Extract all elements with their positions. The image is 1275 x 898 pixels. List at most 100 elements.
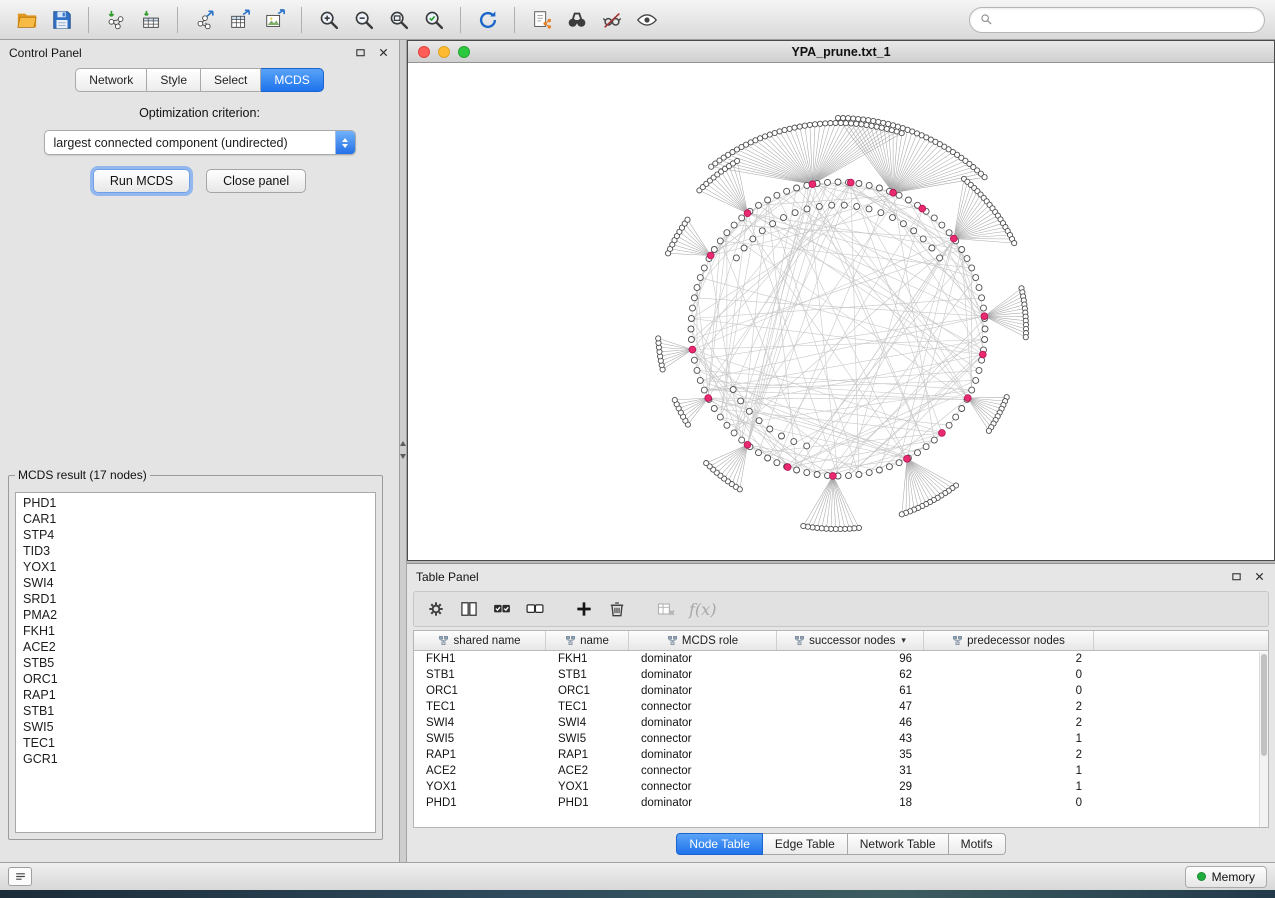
close-panel-button[interactable]: Close panel [206,169,306,193]
network-window: YPA_prune.txt_1 [407,40,1275,561]
table-cell: connector [629,781,777,793]
tab-mcds[interactable]: MCDS [261,68,323,92]
tab-motifs[interactable]: Motifs [949,833,1006,855]
column-header-successor-nodes[interactable]: successor nodes▾ [777,631,924,650]
table-cell: FKH1 [546,653,629,665]
toolbar-separator [460,7,461,33]
zoom-in-button[interactable] [312,5,345,35]
table-cell: 35 [777,749,924,761]
tab-select[interactable]: Select [201,68,261,92]
show-details-button[interactable] [630,5,663,35]
delete-columns-icon [607,599,627,619]
table-panel-close-button[interactable] [1252,570,1266,584]
table-options-button[interactable] [426,596,446,622]
optimization-criterion-select[interactable]: largest connected component (undirected) [44,130,356,155]
tab-edge-table[interactable]: Edge Table [763,833,848,855]
select-all-columns-button[interactable] [492,596,512,622]
run-mcds-button[interactable]: Run MCDS [93,169,190,193]
float-panel-button[interactable] [353,46,367,60]
hide-details-button[interactable] [595,5,628,35]
save-session-button[interactable] [45,5,78,35]
column-header-name[interactable]: name [546,631,629,650]
mcds-result-item[interactable]: TID3 [16,543,375,559]
table-cell: YOX1 [414,781,546,793]
table-cell: 18 [777,797,924,809]
mcds-result-item[interactable]: SWI4 [16,575,375,591]
mcds-result-item[interactable]: RAP1 [16,687,375,703]
table-row[interactable]: PHD1PHD1dominator180 [414,795,1268,811]
table-row[interactable]: ACE2ACE2connector311 [414,763,1268,779]
tab-network[interactable]: Network [75,68,147,92]
unselect-all-columns-icon [525,599,545,619]
log-console-button[interactable] [8,867,32,886]
column-header-shared-name[interactable]: shared name [414,631,546,650]
tab-style[interactable]: Style [147,68,201,92]
window-maximize-button[interactable] [458,46,470,58]
scrollbar-thumb[interactable] [1261,654,1267,756]
mcds-result-item[interactable]: PHD1 [16,495,375,511]
table-float-panel-button[interactable] [1229,570,1243,584]
unselect-all-columns-button[interactable] [525,596,545,622]
table-cell: 0 [924,669,1094,681]
import-table-button[interactable] [134,5,167,35]
open-session-button[interactable] [10,5,43,35]
network-canvas[interactable] [408,63,1274,560]
table-row[interactable]: FKH1FKH1dominator962 [414,651,1268,667]
memory-button[interactable]: Memory [1185,866,1267,888]
mcds-result-item[interactable]: FKH1 [16,623,375,639]
tab-network-table[interactable]: Network Table [848,833,949,855]
table-scrollbar[interactable] [1259,652,1268,827]
zoom-selected-button[interactable] [417,5,450,35]
show-columns-button[interactable] [459,596,479,622]
share-document-button[interactable] [525,5,558,35]
find-icon [566,9,588,31]
table-cell: 2 [924,749,1094,761]
mcds-result-item[interactable]: SRD1 [16,591,375,607]
window-minimize-button[interactable] [438,46,450,58]
mcds-result-item[interactable]: ACE2 [16,639,375,655]
column-header-MCDS-role[interactable]: MCDS role [629,631,777,650]
find-button[interactable] [560,5,593,35]
window-close-button[interactable] [418,46,430,58]
mcds-result-item[interactable]: YOX1 [16,559,375,575]
column-header-predecessor-nodes[interactable]: predecessor nodes [924,631,1094,650]
mcds-result-item[interactable]: STP4 [16,527,375,543]
export-image-button[interactable] [258,5,291,35]
table-row[interactable]: YOX1YOX1connector291 [414,779,1268,795]
delete-columns-button[interactable] [607,596,627,622]
mcds-result-item[interactable]: ORC1 [16,671,375,687]
toolbar-separator [301,7,302,33]
export-table-button[interactable] [223,5,256,35]
mcds-result-item[interactable]: CAR1 [16,511,375,527]
search-input[interactable] [999,13,1254,27]
control-panel-tabs: NetworkStyleSelectMCDS [0,68,399,92]
table-row[interactable]: SWI4SWI4dominator462 [414,715,1268,731]
select-all-columns-icon [492,599,512,619]
table-row[interactable]: SWI5SWI5connector431 [414,731,1268,747]
table-row[interactable]: TEC1TEC1connector472 [414,699,1268,715]
import-table-icon [140,9,162,31]
control-panel: Control Panel NetworkStyleSelectMCDS Opt… [0,40,400,862]
table-row[interactable]: RAP1RAP1dominator352 [414,747,1268,763]
mcds-result-item[interactable]: STB5 [16,655,375,671]
tab-node-table[interactable]: Node Table [676,833,763,855]
create-column-button[interactable] [574,596,594,622]
zoom-out-button[interactable] [347,5,380,35]
panel-resize-divider[interactable] [400,40,407,862]
zoom-fit-button[interactable] [382,5,415,35]
mcds-result-item[interactable]: GCR1 [16,751,375,767]
refresh-button[interactable] [471,5,504,35]
attribute-icon [952,635,963,646]
table-cell: dominator [629,669,777,681]
mcds-tab-content: Optimization criterion: largest connecte… [0,106,399,193]
control-panel-close-button[interactable] [376,46,390,60]
mcds-result-item[interactable]: PMA2 [16,607,375,623]
import-network-button[interactable] [99,5,132,35]
export-network-button[interactable] [188,5,221,35]
mcds-result-item[interactable]: STB1 [16,703,375,719]
mcds-result-item[interactable]: SWI5 [16,719,375,735]
mcds-result-item[interactable]: TEC1 [16,735,375,751]
table-row[interactable]: STB1STB1dominator620 [414,667,1268,683]
save-session-icon [51,9,73,31]
table-row[interactable]: ORC1ORC1dominator610 [414,683,1268,699]
